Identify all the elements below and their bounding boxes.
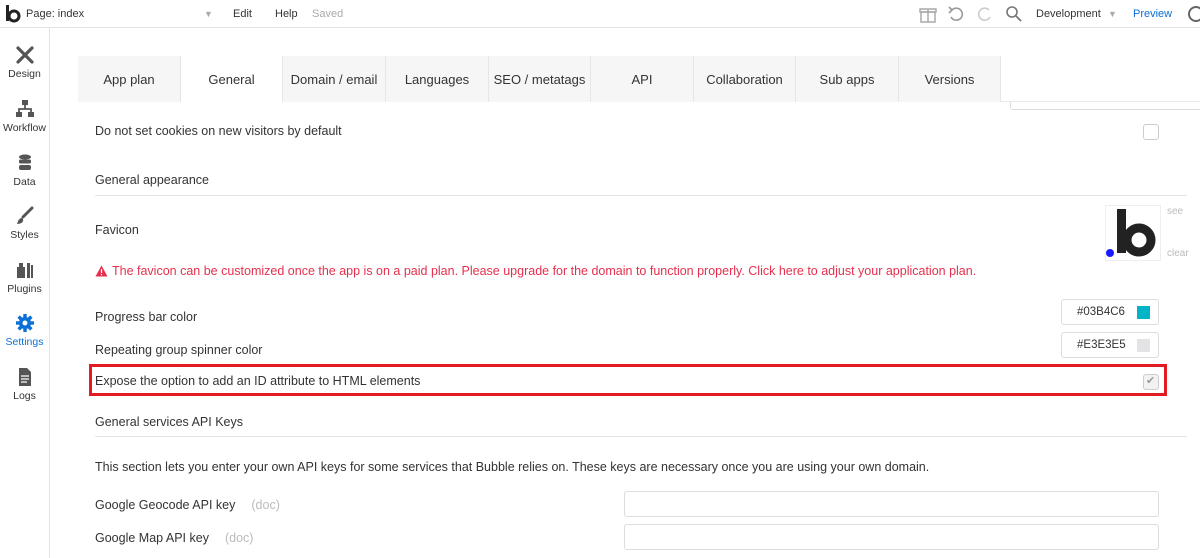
settings-tabs: App plan General Domain / email Language… <box>78 56 1200 102</box>
data-icon <box>18 154 31 170</box>
tab-sub-apps[interactable]: Sub apps <box>796 56 899 102</box>
sidebar-item-label: Data <box>13 176 36 188</box>
avatar[interactable] <box>1188 6 1200 22</box>
workflow-icon <box>15 100 34 117</box>
search-icon[interactable] <box>1004 4 1024 24</box>
styles-icon <box>16 206 33 224</box>
design-icon <box>15 46 34 64</box>
undo-icon[interactable] <box>946 4 966 24</box>
highlight-box <box>89 364 1167 396</box>
top-bar: Page: index ▼ Edit Help Saved Developmen… <box>0 0 1200 28</box>
tab-domain-email[interactable]: Domain / email <box>283 56 386 102</box>
map-api-key-label: Google Map API key (doc) <box>95 531 253 545</box>
sidebar-item-workflow[interactable]: Workflow <box>0 90 49 140</box>
tab-versions[interactable]: Versions <box>899 56 1001 102</box>
sidebar-item-label: Plugins <box>7 283 42 295</box>
text-input[interactable] <box>1010 102 1200 110</box>
page-selector[interactable]: Page: index <box>26 8 84 20</box>
spinner-color-picker[interactable]: #E3E3E5 <box>1061 332 1159 358</box>
favicon-clear-link[interactable]: clear <box>1167 248 1189 259</box>
favicon-label: Favicon <box>95 223 139 237</box>
section-header-general-appearance: General appearance <box>95 173 209 187</box>
chevron-down-icon[interactable]: ▼ <box>204 9 213 19</box>
sidebar-item-label: Workflow <box>3 122 46 134</box>
spinner-color-label: Repeating group spinner color <box>95 343 263 357</box>
plugins-icon <box>16 263 33 278</box>
api-keys-description: This section lets you enter your own API… <box>95 460 930 474</box>
sidebar-item-label: Logs <box>13 390 36 402</box>
environment-selector[interactable]: Development <box>1036 8 1101 20</box>
cookies-checkbox[interactable] <box>1143 124 1159 140</box>
spinner-color-swatch <box>1137 339 1150 352</box>
progress-bar-color-picker[interactable]: #03B4C6 <box>1061 299 1159 325</box>
divider <box>95 195 1187 196</box>
geocode-api-key-label: Google Geocode API key (doc) <box>95 498 280 512</box>
warning-icon <box>95 265 108 277</box>
gift-icon[interactable] <box>918 4 938 24</box>
favicon-see-link[interactable]: see <box>1167 206 1183 217</box>
tab-languages[interactable]: Languages <box>386 56 489 102</box>
sidebar-item-logs[interactable]: Logs <box>0 358 49 408</box>
tab-seo-metatags[interactable]: SEO / metatags <box>489 56 591 102</box>
divider <box>95 436 1187 437</box>
geocode-doc-link[interactable]: (doc) <box>251 498 279 512</box>
cookies-label: Do not set cookies on new visitors by de… <box>95 124 342 138</box>
tab-api[interactable]: API <box>591 56 694 102</box>
map-label-text: Google Map API key <box>95 531 209 545</box>
sidebar-item-label: Settings <box>5 336 44 348</box>
tab-collaboration[interactable]: Collaboration <box>694 56 796 102</box>
map-doc-link[interactable]: (doc) <box>225 531 253 545</box>
sidebar-item-label: Styles <box>10 229 39 241</box>
favicon-warning-text: The favicon can be customized once the a… <box>112 264 977 278</box>
save-status: Saved <box>312 8 344 20</box>
spinner-color-value: #E3E3E5 <box>1077 339 1126 351</box>
sidebar-item-plugins[interactable]: Plugins <box>0 251 49 301</box>
chevron-down-icon[interactable]: ▼ <box>1108 9 1117 19</box>
tab-general[interactable]: General <box>181 56 283 102</box>
progress-bar-color-label: Progress bar color <box>95 310 198 324</box>
geocode-label-text: Google Geocode API key <box>95 498 236 512</box>
tab-app-plan[interactable]: App plan <box>78 56 181 102</box>
progress-bar-color-swatch <box>1137 306 1150 319</box>
sidebar: Design Workflow Data Styles Plugins Sett… <box>0 28 50 558</box>
sidebar-item-styles[interactable]: Styles <box>0 197 49 247</box>
bubble-logo-icon[interactable] <box>3 4 23 24</box>
sidebar-item-settings[interactable]: Settings <box>0 304 49 354</box>
settings-panel: App plan General Domain / email Language… <box>78 56 1200 558</box>
map-api-key-input[interactable] <box>624 524 1159 550</box>
settings-icon <box>15 314 34 332</box>
sidebar-item-label: Design <box>8 68 41 80</box>
favicon-image[interactable] <box>1105 205 1161 261</box>
sidebar-item-data[interactable]: Data <box>0 144 49 194</box>
sidebar-item-design[interactable]: Design <box>0 36 49 86</box>
redo-icon[interactable] <box>975 4 995 24</box>
preview-link[interactable]: Preview <box>1133 8 1172 20</box>
geocode-api-key-input[interactable] <box>624 491 1159 517</box>
edit-menu[interactable]: Edit <box>233 8 252 20</box>
favicon-warning[interactable]: The favicon can be customized once the a… <box>95 264 976 278</box>
help-menu[interactable]: Help <box>275 8 298 20</box>
progress-bar-color-value: #03B4C6 <box>1077 306 1125 318</box>
logs-icon <box>18 368 31 386</box>
section-header-api-keys: General services API Keys <box>95 415 243 429</box>
general-settings-content: Do not set cookies on new visitors by de… <box>78 102 1200 558</box>
